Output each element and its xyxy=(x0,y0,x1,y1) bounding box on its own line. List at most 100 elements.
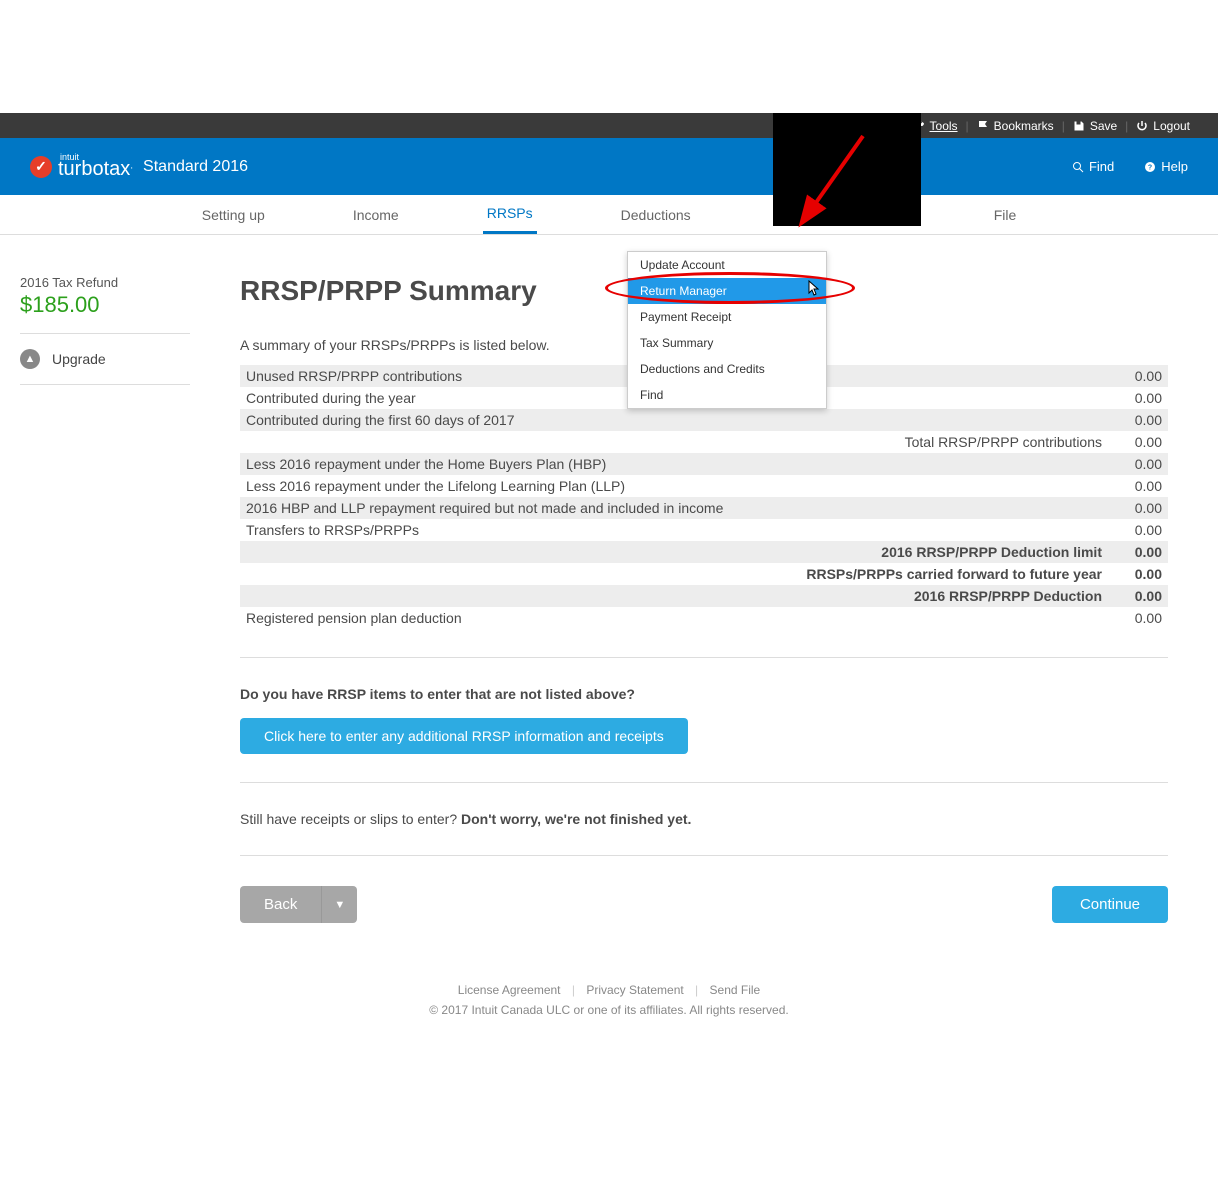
summary-value: 0.00 xyxy=(1108,585,1168,607)
additional-rrsp-button[interactable]: Click here to enter any additional RRSP … xyxy=(240,718,688,754)
flag-icon xyxy=(977,120,989,132)
summary-label: 2016 HBP and LLP repayment required but … xyxy=(240,497,1108,519)
brand-block: intuit turbotax. xyxy=(58,152,133,181)
bookmarks-label: Bookmarks xyxy=(994,119,1054,133)
summary-value: 0.00 xyxy=(1108,453,1168,475)
logo-circle: ✓ xyxy=(30,156,52,178)
find-link[interactable]: Find xyxy=(1072,159,1114,174)
dropdown-item-payment-receipt[interactable]: Payment Receipt xyxy=(628,304,826,330)
summary-row: Less 2016 repayment under the Home Buyer… xyxy=(240,453,1168,475)
tools-label: Tools xyxy=(930,119,958,133)
summary-row: 2016 RRSP/PRPP Deduction limit0.00 xyxy=(240,541,1168,563)
summary-label: Transfers to RRSPs/PRPPs xyxy=(240,519,1108,541)
summary-value: 0.00 xyxy=(1108,563,1168,585)
divider xyxy=(240,855,1168,856)
footer: License Agreement | Privacy Statement | … xyxy=(0,963,1218,1047)
back-button-group: Back ▼ xyxy=(240,886,357,923)
summary-row: RRSPs/PRPPs carried forward to future ye… xyxy=(240,563,1168,585)
question-text: Do you have RRSP items to enter that are… xyxy=(240,686,1168,702)
separator: | xyxy=(695,983,698,997)
top-utility-bar: Adjust Contrast | Tools | Bookmarks | Sa… xyxy=(0,113,1218,138)
footer-sendfile-link[interactable]: Send File xyxy=(702,983,769,997)
annotation-arrow xyxy=(773,131,873,231)
upgrade-icon: ▲ xyxy=(20,349,40,369)
save-link[interactable]: Save xyxy=(1065,119,1125,133)
summary-value: 0.00 xyxy=(1108,607,1168,629)
summary-value: 0.00 xyxy=(1108,541,1168,563)
brand-name: turbotax xyxy=(58,158,130,180)
footer-privacy-link[interactable]: Privacy Statement xyxy=(578,983,691,997)
tab-file[interactable]: File xyxy=(990,197,1021,233)
continue-button[interactable]: Continue xyxy=(1052,886,1168,923)
tab-deductions[interactable]: Deductions xyxy=(617,197,695,233)
summary-label: Registered pension plan deduction xyxy=(240,607,1108,629)
summary-row: Contributed during the first 60 days of … xyxy=(240,409,1168,431)
nav-tabs: Setting upIncomeRRSPsDeductionsvFilev xyxy=(0,195,1218,235)
help-link[interactable]: ? Help xyxy=(1144,159,1188,174)
dropdown-item-return-manager[interactable]: Return Manager xyxy=(628,278,826,304)
tab-income[interactable]: Income xyxy=(349,197,403,233)
receipts-text-a: Still have receipts or slips to enter? xyxy=(240,811,461,827)
dropdown-item-update-account[interactable]: Update Account xyxy=(628,252,826,278)
summary-row: Transfers to RRSPs/PRPPs0.00 xyxy=(240,519,1168,541)
main-container: 2016 Tax Refund $185.00 ▲ Upgrade RRSP/P… xyxy=(0,235,1218,963)
logout-link[interactable]: Logout xyxy=(1128,119,1198,133)
divider xyxy=(240,657,1168,658)
check-icon: ✓ xyxy=(35,158,47,175)
upgrade-label: Upgrade xyxy=(52,351,106,367)
help-label: Help xyxy=(1161,159,1188,174)
help-icon: ? xyxy=(1144,161,1156,173)
brand-bar: ✓ intuit turbotax. Standard 2016 Find ? … xyxy=(0,138,1218,195)
find-label: Find xyxy=(1089,159,1114,174)
summary-label: Less 2016 repayment under the Lifelong L… xyxy=(240,475,1108,497)
summary-row: Registered pension plan deduction0.00 xyxy=(240,607,1168,629)
dropdown-item-find[interactable]: Find xyxy=(628,382,826,408)
divider xyxy=(240,782,1168,783)
summary-value: 0.00 xyxy=(1108,475,1168,497)
summary-row: 2016 RRSP/PRPP Deduction0.00 xyxy=(240,585,1168,607)
summary-value: 0.00 xyxy=(1108,387,1168,409)
dropdown-item-tax-summary[interactable]: Tax Summary xyxy=(628,330,826,356)
summary-value: 0.00 xyxy=(1108,497,1168,519)
svg-text:?: ? xyxy=(1148,164,1152,171)
sidebar: 2016 Tax Refund $185.00 ▲ Upgrade xyxy=(20,275,210,943)
summary-value: 0.00 xyxy=(1108,519,1168,541)
divider xyxy=(20,333,190,334)
receipts-text: Still have receipts or slips to enter? D… xyxy=(240,811,1168,827)
search-icon xyxy=(1072,161,1084,173)
summary-row: Less 2016 repayment under the Lifelong L… xyxy=(240,475,1168,497)
footer-license-link[interactable]: License Agreement xyxy=(450,983,569,997)
save-icon xyxy=(1073,120,1085,132)
copyright-text: © 2017 Intuit Canada ULC or one of its a… xyxy=(0,1003,1218,1017)
save-label: Save xyxy=(1090,119,1117,133)
summary-row: 2016 HBP and LLP repayment required but … xyxy=(240,497,1168,519)
summary-value: 0.00 xyxy=(1108,409,1168,431)
receipts-text-b: Don't worry, we're not finished yet. xyxy=(461,811,691,827)
summary-label: Less 2016 repayment under the Home Buyer… xyxy=(240,453,1108,475)
refund-label: 2016 Tax Refund xyxy=(20,275,190,290)
summary-label: Total RRSP/PRPP contributions xyxy=(240,431,1108,453)
summary-label: Contributed during the first 60 days of … xyxy=(240,409,1108,431)
back-button[interactable]: Back xyxy=(240,886,321,923)
summary-label: 2016 RRSP/PRPP Deduction limit xyxy=(240,541,1108,563)
back-dropdown-caret[interactable]: ▼ xyxy=(321,886,357,923)
summary-label: RRSPs/PRPPs carried forward to future ye… xyxy=(240,563,1108,585)
power-icon xyxy=(1136,120,1148,132)
tools-dropdown: Update AccountReturn ManagerPayment Rece… xyxy=(627,251,827,409)
divider xyxy=(20,384,190,385)
tab-setting-up[interactable]: Setting up xyxy=(198,197,269,233)
summary-row: Total RRSP/PRPP contributions0.00 xyxy=(240,431,1168,453)
logout-label: Logout xyxy=(1153,119,1190,133)
cursor-icon xyxy=(807,279,821,297)
upgrade-link[interactable]: ▲ Upgrade xyxy=(20,349,190,369)
summary-value: 0.00 xyxy=(1108,365,1168,387)
brand-edition: Standard 2016 xyxy=(143,158,248,176)
summary-label: 2016 RRSP/PRPP Deduction xyxy=(240,585,1108,607)
bookmarks-link[interactable]: Bookmarks xyxy=(969,119,1062,133)
tab-rrsps[interactable]: RRSPs xyxy=(483,195,537,234)
summary-value: 0.00 xyxy=(1108,431,1168,453)
refund-amount: $185.00 xyxy=(20,292,190,318)
dropdown-item-deductions-and-credits[interactable]: Deductions and Credits xyxy=(628,356,826,382)
separator: | xyxy=(572,983,575,997)
nav-buttons: Back ▼ Continue xyxy=(240,886,1168,923)
